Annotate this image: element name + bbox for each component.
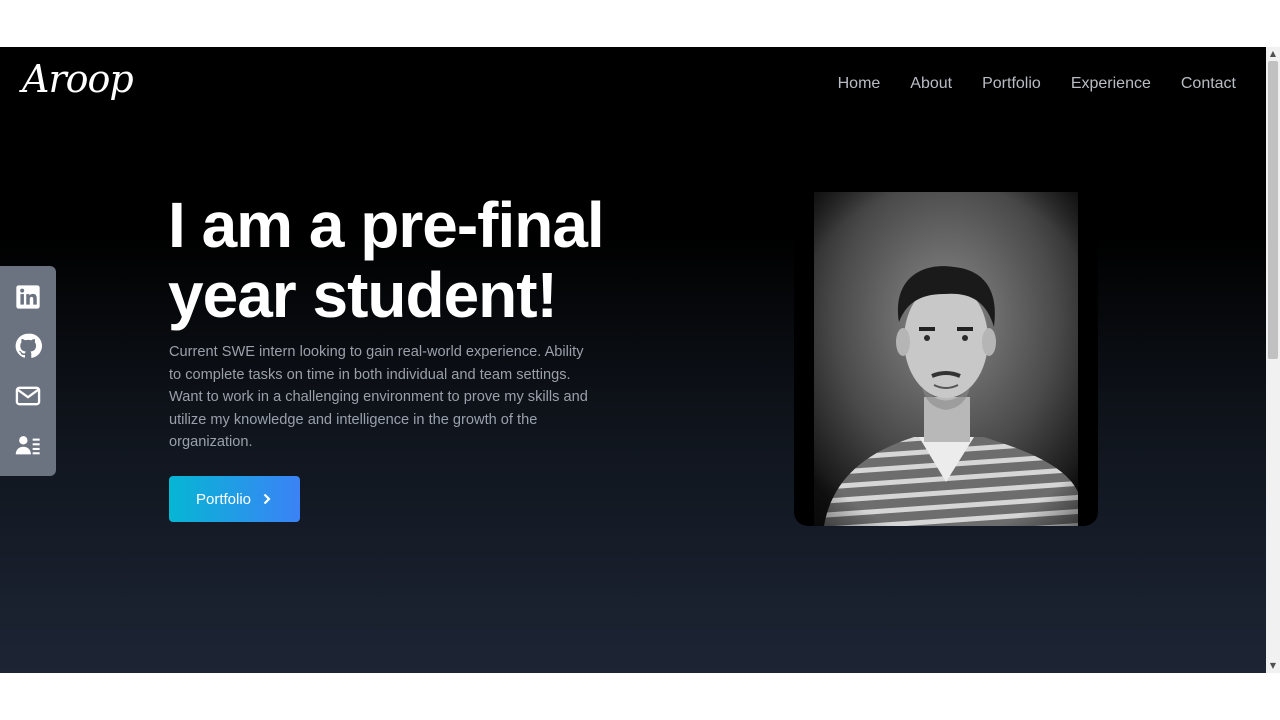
linkedin-icon[interactable] [14, 283, 42, 311]
logo[interactable]: Aroop [22, 57, 134, 101]
mail-icon[interactable] [14, 382, 42, 410]
chevron-right-icon [263, 493, 271, 505]
social-links-bar [0, 266, 56, 476]
hero-description: Current SWE intern looking to gain real-… [169, 344, 588, 451]
nav-home[interactable]: Home [838, 75, 881, 93]
github-icon[interactable] [14, 332, 42, 360]
page-scrollbar[interactable]: ▲ ▼ [1266, 47, 1280, 673]
nav-experience[interactable]: Experience [1071, 75, 1151, 93]
nav-contact[interactable]: Contact [1181, 75, 1236, 93]
profile-photo-image [794, 192, 1098, 526]
hero-title-line2: year student! [168, 259, 558, 331]
scrollbar-thumb[interactable] [1268, 61, 1278, 359]
nav-portfolio[interactable]: Portfolio [982, 75, 1041, 93]
nav-about[interactable]: About [910, 75, 952, 93]
hero-section: Aroop Home About Portfolio Experience Co… [0, 47, 1266, 673]
hero-title-line1: I am a pre-final [168, 189, 605, 261]
hero-title: I am a pre-final year student! [168, 190, 728, 330]
navbar: Home About Portfolio Experience Contact [838, 75, 1236, 93]
portfolio-button-label: Portfolio [195, 490, 252, 508]
profile-photo [794, 192, 1098, 526]
portfolio-button[interactable]: Portfolio [169, 476, 300, 522]
scroll-down-arrow-icon[interactable]: ▼ [1266, 659, 1280, 673]
resume-icon[interactable] [14, 431, 42, 459]
scroll-up-arrow-icon[interactable]: ▲ [1266, 47, 1280, 61]
